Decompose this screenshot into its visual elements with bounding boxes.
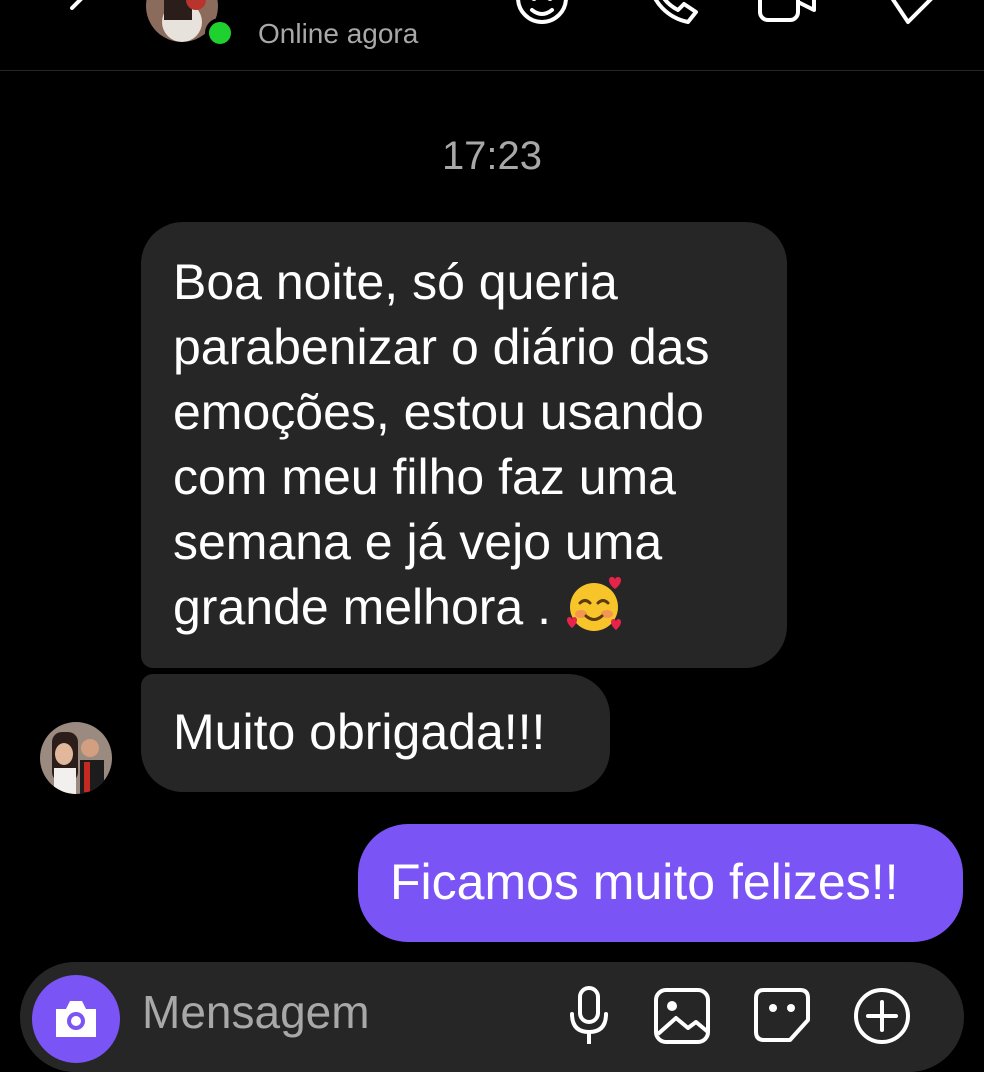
message-text: Muito obrigada!!! xyxy=(173,704,546,760)
sender-avatar[interactable] xyxy=(40,722,112,794)
sticker-face-icon[interactable] xyxy=(512,0,572,28)
microphone-icon[interactable] xyxy=(560,984,620,1044)
tag-icon[interactable] xyxy=(884,0,944,28)
contact-status: Online agora xyxy=(258,18,419,49)
message-text: Boa noite, só queria parabenizar o diári… xyxy=(173,254,710,635)
message-timestamp: 17:23 xyxy=(441,134,543,178)
message-input[interactable] xyxy=(142,982,542,1042)
incoming-message-bubble[interactable]: Boa noite, só queria parabenizar o diári… xyxy=(141,222,787,668)
video-call-icon[interactable] xyxy=(756,0,816,28)
incoming-message-bubble[interactable]: Muito obrigada!!! xyxy=(141,674,610,792)
chat-header: Online agora xyxy=(0,0,984,71)
message-text: Ficamos muito felizes!! xyxy=(390,854,899,910)
camera-button[interactable] xyxy=(32,975,120,1063)
back-arrow-icon[interactable] xyxy=(60,0,100,26)
gallery-icon[interactable] xyxy=(652,984,712,1044)
camera-icon xyxy=(56,1001,96,1037)
outgoing-message-bubble[interactable]: Ficamos muito felizes!! xyxy=(358,824,963,942)
smiling-face-with-hearts-icon xyxy=(567,577,622,631)
online-indicator xyxy=(205,18,235,48)
phone-call-icon[interactable] xyxy=(642,0,702,28)
sticker-icon[interactable] xyxy=(752,984,812,1044)
add-icon[interactable] xyxy=(852,984,912,1044)
